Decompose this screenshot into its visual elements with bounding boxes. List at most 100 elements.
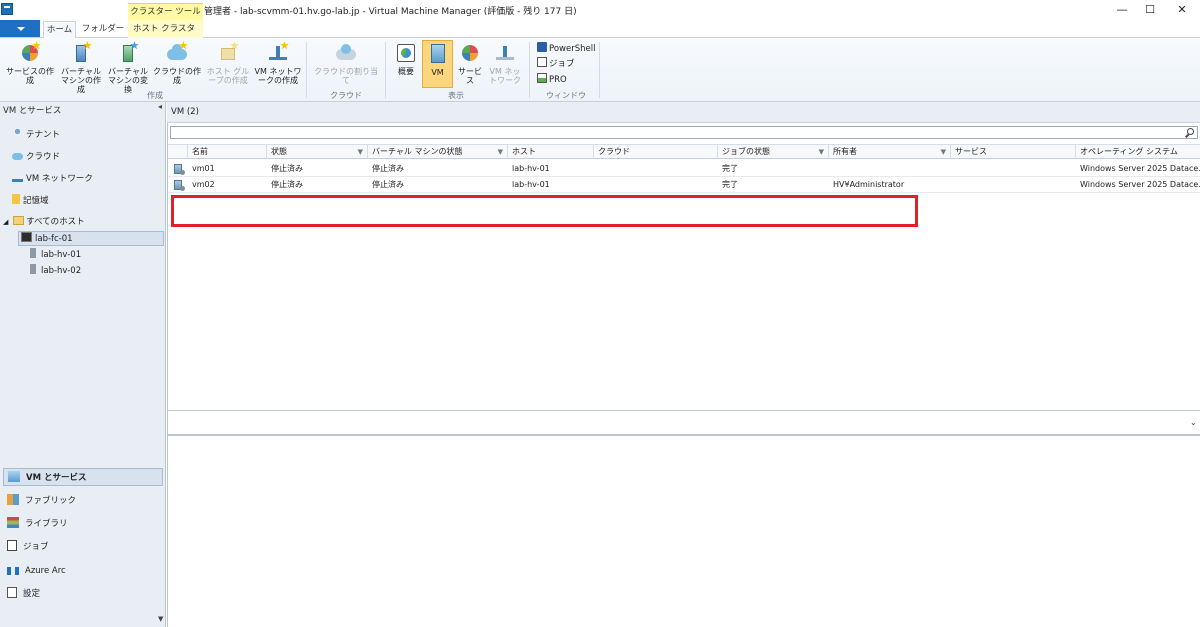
- vm-network-icon: [494, 42, 516, 64]
- create-service-button[interactable]: サービスの作成: [3, 40, 57, 88]
- filter-dropdown-icon[interactable]: ▼: [941, 145, 946, 159]
- filter-dropdown-icon[interactable]: ▼: [819, 145, 824, 159]
- cell-owner: HV¥Administrator: [833, 180, 905, 189]
- workspace-label: ライブラリ: [25, 519, 68, 529]
- table-row[interactable]: vm01 停止済み 停止済み lab-hv-01 完了 Windows Serv…: [168, 161, 1200, 177]
- jobs-icon: [7, 540, 17, 551]
- jobs-button[interactable]: ジョブ: [537, 57, 575, 70]
- nav-item-vm-networks[interactable]: VM ネットワーク: [12, 171, 93, 187]
- create-vm-network-label: VM ネットワークの作成: [254, 67, 302, 85]
- cell-host: lab-hv-01: [512, 164, 550, 173]
- column-header-job-status[interactable]: ジョブの状態 ▼: [718, 145, 829, 159]
- close-button[interactable]: ✕: [1164, 0, 1200, 20]
- workspace-label: 設定: [23, 589, 41, 599]
- file-menu-button[interactable]: [0, 20, 40, 37]
- table-row[interactable]: vm02 停止済み 停止済み lab-hv-01 完了 HV¥Administr…: [168, 177, 1200, 193]
- column-header-service[interactable]: サービス: [951, 145, 1076, 159]
- ribbon-divider: [529, 42, 530, 98]
- host-group-icon: [217, 41, 239, 64]
- workspace-settings[interactable]: 設定: [7, 585, 40, 603]
- cell-status: 停止済み: [271, 164, 303, 173]
- search-input[interactable]: [170, 126, 1198, 139]
- column-header-status[interactable]: 状態 ▼: [267, 145, 368, 159]
- fabric-icon: [7, 494, 19, 505]
- host-server-icon: [30, 248, 36, 258]
- tab-host-cluster[interactable]: ホスト クラスター: [130, 21, 198, 50]
- view-vm-network-button[interactable]: VM ネットワーク: [486, 40, 524, 88]
- column-header-cloud[interactable]: クラウド: [594, 145, 718, 159]
- search-icon[interactable]: [1187, 128, 1194, 135]
- workspace-azure-arc[interactable]: Azure Arc: [7, 562, 66, 580]
- view-vm-button[interactable]: VM: [422, 40, 453, 88]
- powershell-button[interactable]: PowerShell: [537, 42, 595, 55]
- maximize-button[interactable]: ☐: [1132, 0, 1168, 20]
- cell-cloud: [594, 161, 718, 176]
- expand-icon[interactable]: ◢: [3, 218, 8, 226]
- ribbon-divider: [599, 42, 600, 98]
- filter-dropdown-icon[interactable]: ▼: [358, 145, 363, 159]
- workspace-vms-and-services[interactable]: VM とサービス: [3, 468, 163, 486]
- nav-item-label: テナント: [26, 130, 61, 140]
- storage-icon: [12, 194, 20, 204]
- pro-button[interactable]: PRO: [537, 73, 567, 86]
- collapse-pane-icon[interactable]: ◂: [158, 102, 162, 111]
- filter-dropdown-icon[interactable]: ▼: [498, 145, 503, 159]
- nav-item-tenants[interactable]: テナント: [12, 127, 60, 143]
- ribbon: サービスの作成 バーチャル マシンの作成 バーチャル マシンの変換 クラウドの作…: [0, 38, 1200, 102]
- view-overview-label: 概要: [398, 67, 414, 76]
- jobs-icon: [537, 57, 547, 67]
- column-header-vm-state[interactable]: バーチャル マシンの状態 ▼: [368, 145, 508, 159]
- pro-label: PRO: [549, 75, 567, 85]
- vm-create-icon: [70, 41, 92, 64]
- create-host-group-button[interactable]: ホスト グループの作成: [205, 40, 251, 88]
- nav-item-storage[interactable]: 記憶域: [12, 193, 49, 209]
- nav-item-label: 記憶域: [23, 196, 49, 206]
- jobs-label: ジョブ: [549, 59, 575, 69]
- assign-cloud-label: クラウドの割り当て: [314, 67, 378, 85]
- workspace-label: ファブリック: [25, 496, 77, 506]
- workspace-jobs[interactable]: ジョブ: [7, 538, 49, 556]
- create-vm-network-button[interactable]: VM ネットワークの作成: [254, 40, 302, 88]
- column-header-host[interactable]: ホスト: [508, 145, 594, 159]
- tab-home[interactable]: ホーム: [43, 21, 76, 39]
- tree-all-hosts-label: すべてのホスト: [26, 217, 85, 227]
- cell-service: [951, 161, 1076, 176]
- app-icon[interactable]: [1, 3, 13, 15]
- workspace-fabric[interactable]: ファブリック: [7, 492, 76, 510]
- column-header-owner[interactable]: 所有者 ▼: [829, 145, 951, 159]
- settings-icon: [7, 587, 17, 598]
- view-overview-button[interactable]: 概要: [391, 40, 421, 88]
- column-header-name[interactable]: 名前: [188, 145, 267, 159]
- column-header-os[interactable]: オペレーティング システム: [1076, 145, 1200, 159]
- chevron-down-icon[interactable]: ⌄: [1190, 418, 1197, 427]
- cloud-create-icon: [166, 41, 188, 64]
- cell-host: lab-hv-01: [512, 180, 550, 189]
- tree-all-hosts[interactable]: ◢ すべてのホスト: [3, 215, 85, 230]
- create-cloud-button[interactable]: クラウドの作成: [151, 40, 203, 88]
- nav-item-clouds[interactable]: クラウド: [12, 149, 60, 165]
- view-service-button[interactable]: サービス: [455, 40, 485, 88]
- cell-name: vm02: [192, 180, 215, 189]
- cell-vm-state: 停止済み: [372, 164, 404, 173]
- create-vm-button[interactable]: バーチャル マシンの作成: [58, 40, 104, 94]
- convert-vm-button[interactable]: バーチャル マシンの変換: [105, 40, 151, 94]
- tree-host-lab-hv-01[interactable]: lab-hv-01: [30, 248, 81, 263]
- workspace-library[interactable]: ライブラリ: [7, 515, 68, 533]
- group-label-window: ウィンドウ: [546, 91, 586, 100]
- details-pane-splitter[interactable]: [168, 434, 1200, 436]
- azure-arc-icon: [7, 567, 19, 575]
- tree-host-lab-hv-02[interactable]: lab-hv-02: [30, 264, 81, 279]
- cell-cloud: [594, 177, 718, 192]
- list-header: VM (2): [167, 102, 1200, 123]
- tree-host-label: lab-hv-02: [41, 266, 82, 276]
- scroll-down-icon[interactable]: ▼: [158, 615, 163, 623]
- cell-owner: [829, 161, 951, 176]
- tree-cluster-lab-fc-01[interactable]: lab-fc-01: [18, 231, 164, 246]
- assign-cloud-button[interactable]: クラウドの割り当て: [312, 40, 380, 88]
- tab-folder[interactable]: フォルダー: [80, 21, 126, 38]
- pro-icon: [537, 73, 547, 83]
- column-header-icon[interactable]: [168, 145, 188, 159]
- group-label-create: 作成: [147, 91, 163, 100]
- workspace-label: Azure Arc: [25, 566, 66, 576]
- group-label-cloud: クラウド: [330, 91, 362, 100]
